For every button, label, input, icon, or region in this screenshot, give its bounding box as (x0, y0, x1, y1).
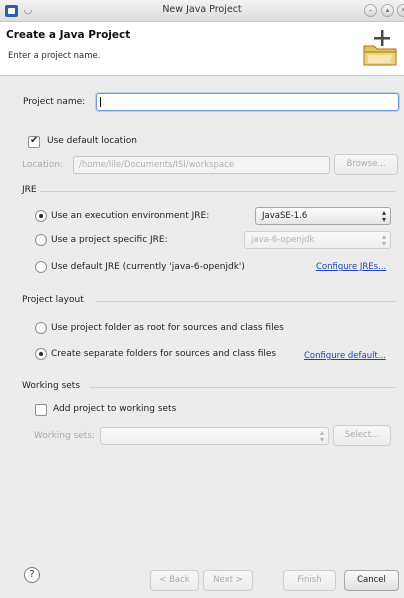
jre-group-separator (40, 191, 396, 192)
execution-environment-select[interactable]: JavaSE-1.6 ▴ ▾ (255, 207, 391, 225)
cancel-button[interactable]: Cancel (344, 570, 399, 591)
maximize-icon[interactable]: ▴ (381, 4, 394, 17)
wizard-header: Create a Java Project Enter a project na… (0, 22, 404, 76)
window-title: New Java Project (162, 4, 242, 15)
jre-group-title: JRE (22, 185, 37, 195)
project-specific-jre-select[interactable]: java-6-openjdk ▴ ▾ (244, 231, 391, 249)
configure-jres-link[interactable]: Configure JREs... (316, 262, 386, 272)
close-icon[interactable]: ✕ (397, 4, 404, 17)
working-sets-select[interactable]: ▴ ▾ (100, 427, 329, 445)
jre-project-specific-label: Use a project specific JRE: (51, 235, 168, 245)
text-caret (100, 97, 101, 107)
page-title: Create a Java Project (6, 29, 131, 41)
layout-single-folder-label: Use project folder as root for sources a… (51, 323, 284, 333)
new-java-project-wizard-banner-icon (363, 30, 397, 66)
help-icon[interactable]: ? (24, 567, 40, 583)
use-default-location-label: Use default location (47, 136, 137, 146)
location-input[interactable]: /home/lile/Documents/ISI/workspace (73, 156, 330, 174)
project-layout-separator (96, 301, 396, 302)
working-sets-label: Working sets: (34, 431, 96, 441)
jre-execution-environment-label: Use an execution environment JRE: (51, 211, 210, 221)
jre-default-radio[interactable] (35, 261, 47, 273)
project-name-label: Project name: (23, 97, 86, 107)
add-to-working-sets-label: Add project to working sets (53, 404, 177, 414)
browse-button[interactable]: Browse... (334, 154, 398, 175)
layout-separate-folders-label: Create separate folders for sources and … (51, 349, 277, 359)
working-sets-separator (90, 387, 396, 388)
next-button[interactable]: Next > (203, 570, 253, 591)
select-arrows-icon: ▴ ▾ (381, 232, 386, 248)
select-arrows-icon: ▴ ▾ (381, 208, 386, 224)
project-name-input[interactable] (96, 93, 399, 111)
finish-button[interactable]: Finish (283, 570, 336, 591)
page-subtitle: Enter a project name. (8, 51, 101, 61)
title-bar: ◡ New Java Project – ▴ ✕ (0, 0, 404, 22)
new-java-project-dialog: ◡ New Java Project – ▴ ✕ Create a Java P… (0, 0, 404, 598)
working-sets-group-title: Working sets (22, 381, 81, 391)
add-to-working-sets-checkbox[interactable] (35, 404, 47, 416)
select-working-sets-button[interactable]: Select... (333, 425, 391, 446)
jre-execution-environment-radio[interactable] (35, 210, 47, 222)
location-label: Location: (22, 160, 64, 170)
jre-project-specific-radio[interactable] (35, 234, 47, 246)
layout-separate-folders-radio[interactable] (35, 348, 47, 360)
minimize-icon[interactable]: – (364, 4, 377, 17)
use-default-location-checkbox[interactable] (28, 135, 40, 148)
configure-default-link[interactable]: Configure default... (304, 351, 386, 361)
jre-default-label: Use default JRE (currently 'java-6-openj… (51, 262, 245, 272)
project-layout-group-title: Project layout (22, 295, 84, 305)
layout-single-folder-radio[interactable] (35, 322, 47, 334)
select-arrows-icon: ▴ ▾ (319, 428, 324, 444)
back-button[interactable]: < Back (150, 570, 199, 591)
